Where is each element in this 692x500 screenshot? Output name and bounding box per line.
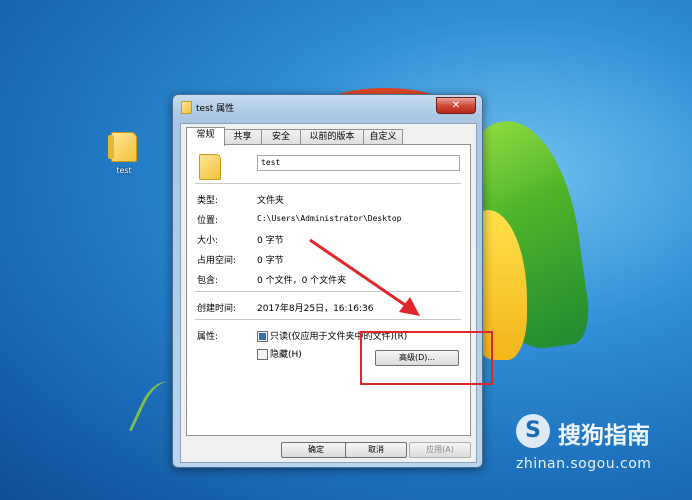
attributes-label: 属性: bbox=[197, 332, 219, 342]
watermark-url: zhinan.sogou.com bbox=[516, 456, 652, 472]
field-label-size: 大小: bbox=[197, 236, 219, 246]
field-label-disk-size: 占用空间: bbox=[197, 256, 237, 266]
divider bbox=[195, 319, 461, 320]
properties-dialog: test 属性 ✕ 常规 共享 安全 以前的版本 自定义 test 类型: 文件… bbox=[172, 94, 483, 468]
dialog-client: 常规 共享 安全 以前的版本 自定义 test 类型: 文件夹 位置: C:\U… bbox=[180, 123, 477, 463]
sogou-logo-icon: S bbox=[516, 414, 550, 448]
field-label-created: 创建时间: bbox=[197, 304, 237, 314]
folder-name-field[interactable]: test bbox=[257, 155, 460, 171]
tab-general[interactable]: 常规 bbox=[186, 127, 225, 146]
field-value-size: 0 字节 bbox=[257, 236, 284, 246]
hidden-checkbox[interactable] bbox=[257, 349, 268, 360]
close-button[interactable]: ✕ bbox=[436, 97, 476, 114]
field-label-type: 类型: bbox=[197, 196, 219, 206]
field-label-location: 位置: bbox=[197, 216, 219, 226]
general-panel: test 类型: 文件夹 位置: C:\Users\Administrator\… bbox=[186, 144, 471, 436]
hidden-label: 隐藏(H) bbox=[270, 350, 302, 360]
desktop-folder-label: test bbox=[116, 166, 132, 175]
cancel-button[interactable]: 取消 bbox=[345, 442, 407, 458]
field-value-contains: 0 个文件，0 个文件夹 bbox=[257, 276, 347, 286]
field-value-type: 文件夹 bbox=[257, 196, 285, 206]
folder-icon bbox=[199, 154, 221, 180]
readonly-checkbox[interactable] bbox=[257, 331, 268, 342]
tab-previous-versions[interactable]: 以前的版本 bbox=[300, 129, 364, 145]
watermark-brand: 搜狗指南 bbox=[558, 423, 650, 449]
tab-sharing[interactable]: 共享 bbox=[223, 129, 262, 145]
dialog-title: test 属性 bbox=[196, 104, 235, 114]
title-bar[interactable]: test 属性 ✕ bbox=[173, 95, 482, 119]
desktop-folder-test[interactable]: test bbox=[104, 132, 144, 175]
highlight-box bbox=[360, 331, 493, 385]
tab-security[interactable]: 安全 bbox=[261, 129, 301, 145]
ok-button[interactable]: 确定 bbox=[281, 442, 351, 458]
field-value-location: C:\Users\Administrator\Desktop bbox=[257, 214, 402, 223]
folder-icon bbox=[181, 101, 192, 114]
apply-button[interactable]: 应用(A) bbox=[409, 442, 471, 458]
folder-icon bbox=[108, 132, 137, 162]
divider bbox=[195, 291, 461, 292]
field-label-contains: 包含: bbox=[197, 276, 219, 286]
field-value-created: 2017年8月25日，16:16:36 bbox=[257, 304, 374, 314]
tab-customize[interactable]: 自定义 bbox=[363, 129, 403, 145]
divider bbox=[195, 183, 461, 184]
field-value-disk-size: 0 字节 bbox=[257, 256, 284, 266]
